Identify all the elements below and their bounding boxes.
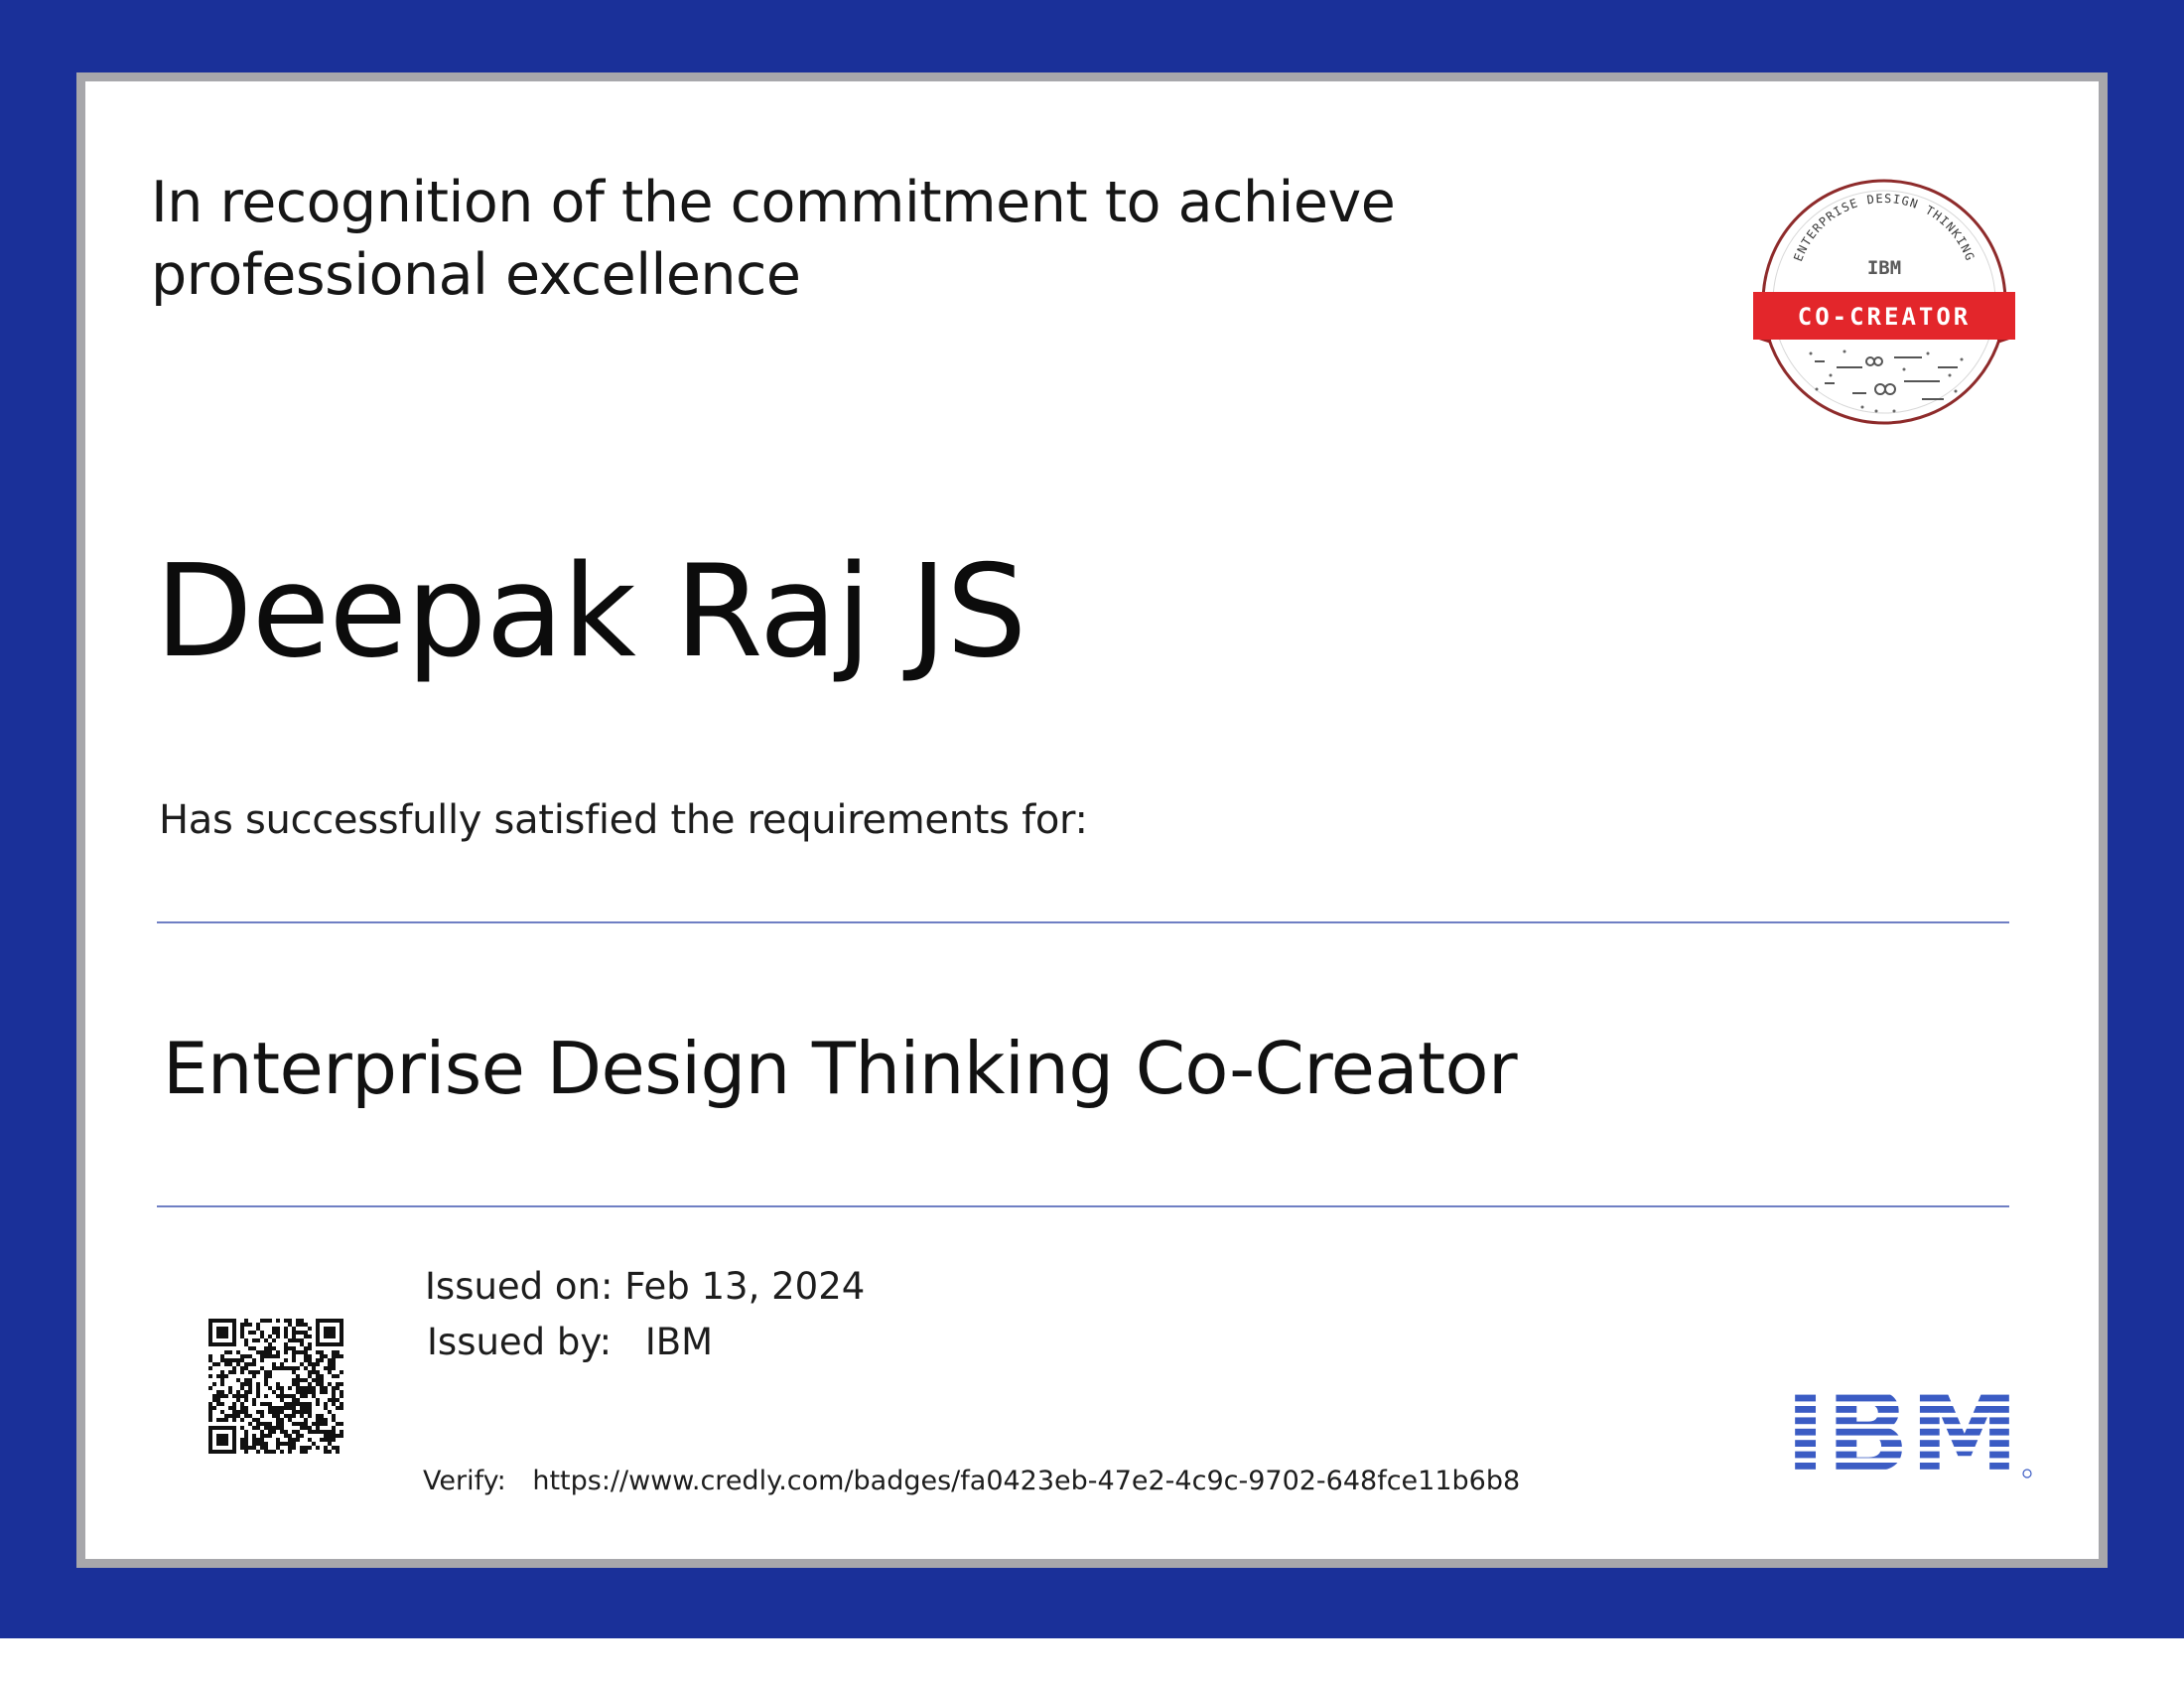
divider-bottom (157, 1205, 2009, 1207)
ibm-logo-text: IBM (1785, 1382, 2019, 1481)
divider-top (157, 921, 2009, 923)
issued-on: Issued on: Feb 13, 2024 (425, 1263, 865, 1311)
qr-code-icon[interactable] (208, 1319, 343, 1454)
recipient-name: Deepak Raj JS (155, 538, 1026, 686)
issued-by: Issued by: IBM (427, 1319, 713, 1366)
credential-title: Enterprise Design Thinking Co-Creator (163, 1027, 1518, 1110)
verify-line: Verify: https://www.credly.com/badges/fa… (423, 1462, 1520, 1501)
badge-ribbon-text: CO-CREATOR (1798, 303, 1972, 331)
co-creator-badge-icon: ENTERPRISE DESIGN THINKING IBM CO-CREATO… (1753, 179, 2015, 425)
certificate-card: In recognition of the commitment to achi… (85, 81, 2099, 1559)
bottom-margin (0, 1638, 2184, 1688)
requirements-statement: Has successfully satisfied the requireme… (159, 797, 1088, 843)
issued-by-value: IBM (644, 1321, 714, 1363)
issued-on-label: Issued on: (425, 1265, 614, 1308)
verify-url-link[interactable]: https://www.credly.com/badges/fa0423eb-4… (532, 1466, 1520, 1496)
verify-label: Verify: (423, 1466, 506, 1496)
badge-brand: IBM (1867, 257, 1901, 279)
ibm-striped-logo-icon: IBM (1785, 1382, 2032, 1481)
issued-by-label: Issued by: (427, 1321, 613, 1363)
issued-on-value: Feb 13, 2024 (624, 1265, 866, 1308)
recognition-statement: In recognition of the commitment to achi… (151, 170, 1396, 308)
